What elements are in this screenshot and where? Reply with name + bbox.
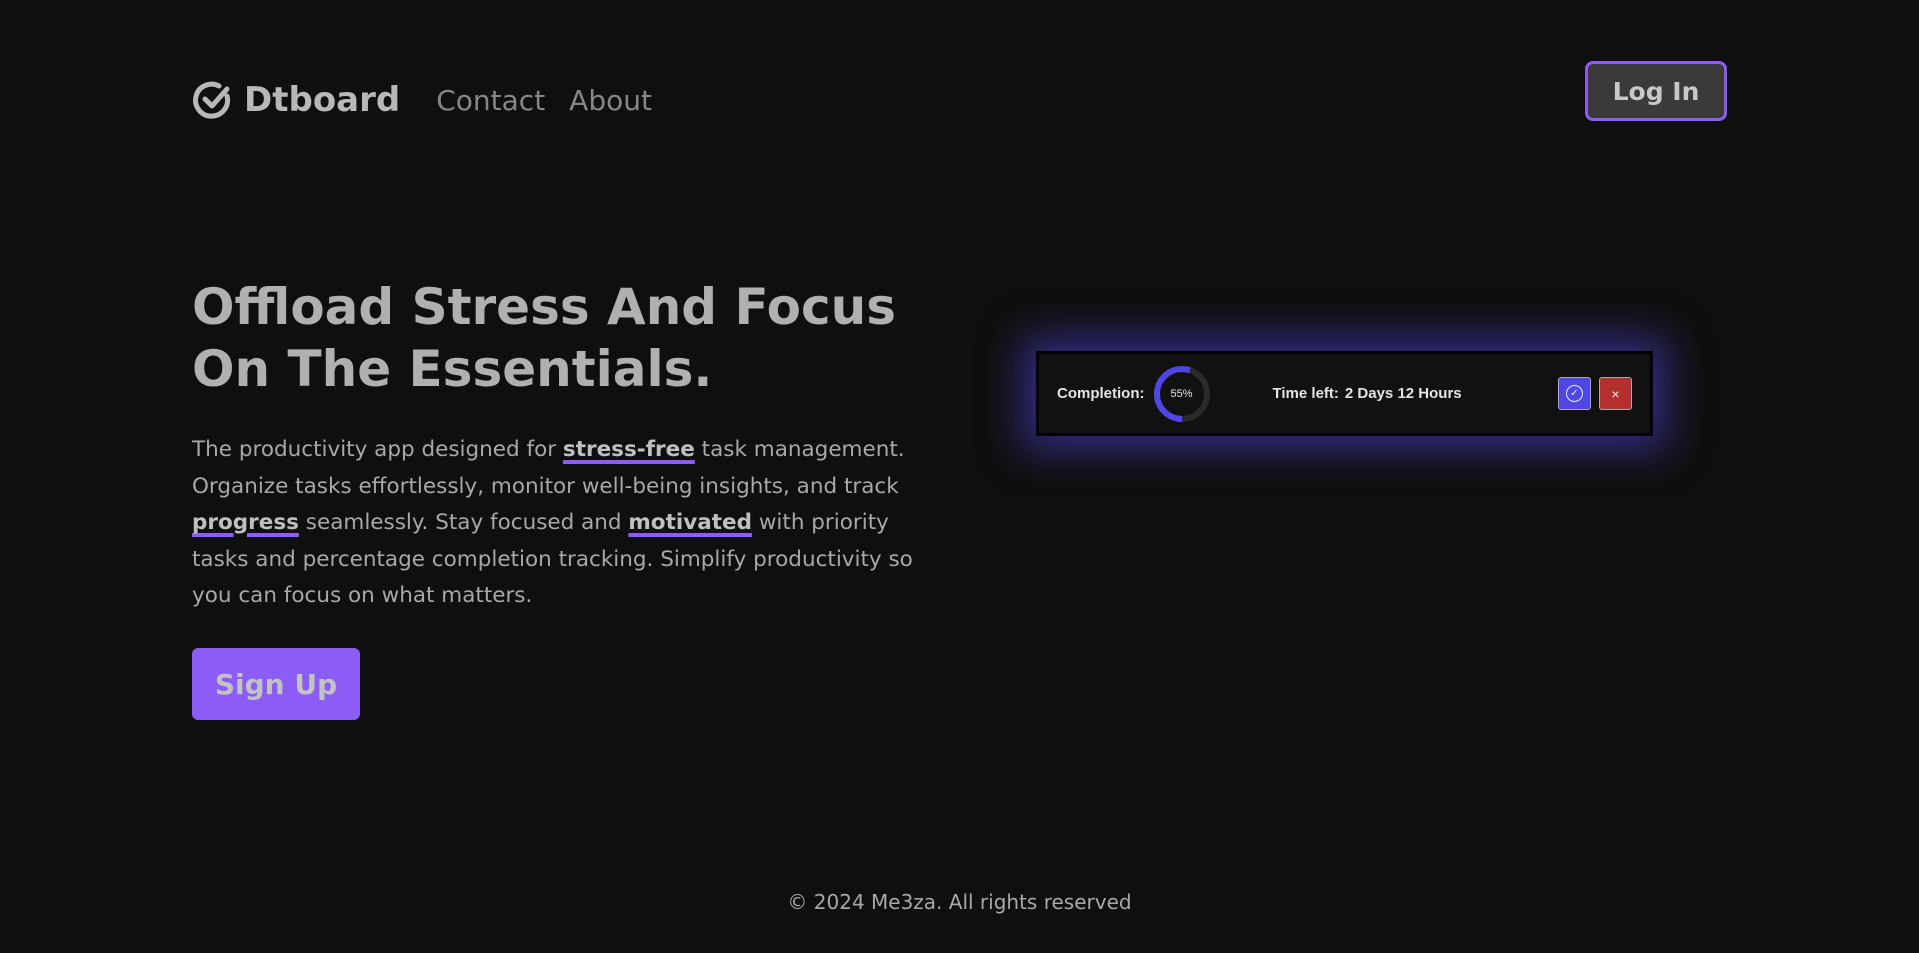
navbar: Dtboard Contact About — [192, 74, 652, 126]
brand-name: Dtboard — [244, 80, 401, 120]
login-button[interactable]: Log In — [1585, 61, 1727, 121]
footer-copyright: © 2024 Me3za. All rights reserved — [787, 890, 1132, 914]
signup-button[interactable]: Sign Up — [192, 648, 360, 720]
check-circle-icon — [193, 81, 231, 119]
hero-description: The productivity app designed for stress… — [192, 432, 952, 615]
delete-button[interactable]: × — [1599, 377, 1632, 410]
hero-title: Offload Stress And Focus On The Essentia… — [192, 278, 896, 398]
close-icon: × — [1611, 385, 1620, 402]
time-left-label: Time left: — [1272, 385, 1339, 402]
text: The productivity app designed for — [192, 437, 563, 462]
time-left: Time left: 2 Days 12 Hours — [1273, 385, 1462, 402]
check-circle-icon: ✓ — [1566, 385, 1583, 402]
time-left-value: 2 Days 12 Hours — [1344, 385, 1462, 402]
nav-contact[interactable]: Contact — [436, 84, 545, 117]
task-card-preview: Completion: 55% Time left: 2 Days 12 Hour… — [1036, 351, 1653, 436]
text: seamlessly. Stay focused and — [298, 510, 629, 535]
completion-label: Completion: — [1057, 385, 1145, 402]
highlight: motivated — [628, 510, 752, 535]
highlight: progress — [192, 510, 299, 535]
highlight: stress-free — [562, 437, 695, 462]
brand-logo[interactable]: Dtboard — [192, 79, 400, 121]
complete-button[interactable]: ✓ — [1558, 377, 1591, 410]
completion-ring: 55% — [1153, 365, 1211, 423]
nav-about[interactable]: About — [569, 84, 652, 117]
completion-percent: 55% — [1170, 387, 1193, 400]
